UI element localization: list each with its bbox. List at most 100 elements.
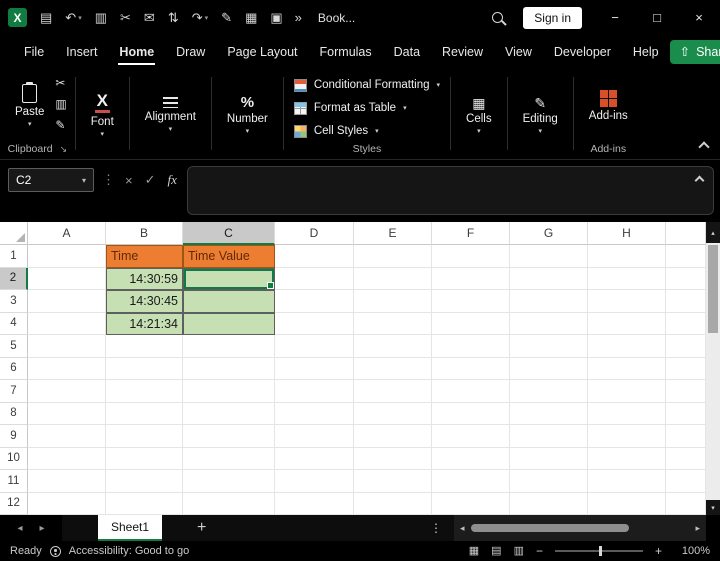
- cell-H9[interactable]: [588, 425, 666, 448]
- close-button[interactable]: ×: [678, 0, 720, 35]
- row-header-11[interactable]: 11: [0, 470, 28, 493]
- cell-D11[interactable]: [275, 470, 354, 493]
- cell-partial-row-2[interactable]: [666, 267, 706, 290]
- cell-E11[interactable]: [354, 470, 432, 493]
- font-button[interactable]: X Font ▾: [82, 71, 123, 159]
- column-header-D[interactable]: D: [275, 222, 354, 245]
- draw-button[interactable]: ✎: [221, 10, 232, 26]
- cell-C10[interactable]: [183, 447, 275, 470]
- cell-A1[interactable]: [28, 245, 106, 268]
- cell-C6[interactable]: [183, 357, 275, 380]
- save-button[interactable]: ▤: [40, 10, 52, 26]
- cell-D2[interactable]: [275, 267, 354, 290]
- cell-H12[interactable]: [588, 492, 666, 515]
- zoom-in-button[interactable]: +: [655, 544, 662, 558]
- cell-D8[interactable]: [275, 402, 354, 425]
- cell-H4[interactable]: [588, 312, 666, 335]
- cell-C2[interactable]: [183, 267, 275, 290]
- row-header-12[interactable]: 12: [0, 492, 28, 515]
- cell-C5[interactable]: [183, 335, 275, 358]
- column-header-G[interactable]: G: [510, 222, 588, 245]
- cell-C8[interactable]: [183, 402, 275, 425]
- zoom-slider[interactable]: [554, 546, 643, 556]
- cell-E2[interactable]: [354, 267, 432, 290]
- cell-A3[interactable]: [28, 290, 106, 313]
- tab-data[interactable]: Data: [383, 35, 431, 68]
- cell-E4[interactable]: [354, 312, 432, 335]
- cell-styles-button[interactable]: Cell Styles ▾: [293, 121, 440, 141]
- new-sheet-button[interactable]: +: [197, 520, 206, 536]
- accessibility-status[interactable]: Accessibility: Good to go: [69, 545, 189, 557]
- zoom-level[interactable]: 100%: [674, 545, 710, 557]
- clipboard-button[interactable]: ▥: [95, 10, 107, 26]
- tab-insert[interactable]: Insert: [55, 35, 108, 68]
- column-header-A[interactable]: A: [28, 222, 106, 245]
- print-button[interactable]: ▦: [245, 10, 257, 26]
- cell-D5[interactable]: [275, 335, 354, 358]
- copy-button[interactable]: ▥: [55, 98, 66, 110]
- cell-B7[interactable]: [106, 380, 183, 403]
- zoom-slider-thumb[interactable]: [598, 546, 602, 556]
- row-header-10[interactable]: 10: [0, 447, 28, 470]
- cell-B11[interactable]: [106, 470, 183, 493]
- cells-button[interactable]: ▦ Cells ▾: [457, 71, 501, 159]
- cell-G12[interactable]: [510, 492, 588, 515]
- cell-C7[interactable]: [183, 380, 275, 403]
- chevron-down-icon[interactable]: ▾: [82, 176, 86, 185]
- cell-A2[interactable]: [28, 267, 106, 290]
- sheet-bar-more-button[interactable]: ⋮: [430, 521, 442, 535]
- cell-D7[interactable]: [275, 380, 354, 403]
- cell-F11[interactable]: [432, 470, 510, 493]
- cell-partial-row-7[interactable]: [666, 380, 706, 403]
- collapse-formula-bar-icon[interactable]: [694, 175, 705, 186]
- cell-partial-row-3[interactable]: [666, 290, 706, 313]
- normal-view-button[interactable]: ▦: [469, 545, 479, 557]
- cell-A6[interactable]: [28, 357, 106, 380]
- cell-G3[interactable]: [510, 290, 588, 313]
- scroll-down-button[interactable]: ▾: [706, 500, 720, 515]
- cell-E10[interactable]: [354, 447, 432, 470]
- mail-button[interactable]: ✉: [144, 10, 155, 26]
- cell-C12[interactable]: [183, 492, 275, 515]
- cell-E9[interactable]: [354, 425, 432, 448]
- cell-partial-row-1[interactable]: [666, 245, 706, 268]
- sign-in-button[interactable]: Sign in: [523, 6, 582, 29]
- cell-C1[interactable]: Time Value: [183, 245, 275, 268]
- column-header-B[interactable]: B: [106, 222, 183, 245]
- cell-C3[interactable]: [183, 290, 275, 313]
- scroll-up-button[interactable]: ▴: [706, 222, 720, 243]
- cell-H7[interactable]: [588, 380, 666, 403]
- cell-E8[interactable]: [354, 402, 432, 425]
- row-header-1[interactable]: 1: [0, 245, 28, 268]
- sheet-tab-sheet1[interactable]: Sheet1: [98, 515, 163, 541]
- cell-H11[interactable]: [588, 470, 666, 493]
- share-button[interactable]: ⇧ Share ▾: [669, 39, 720, 64]
- accessibility-icon[interactable]: [49, 545, 61, 557]
- cell-D9[interactable]: [275, 425, 354, 448]
- column-header-C[interactable]: C: [183, 222, 275, 245]
- tab-help[interactable]: Help: [622, 35, 670, 68]
- camera-button[interactable]: ▣: [270, 10, 282, 26]
- cell-A11[interactable]: [28, 470, 106, 493]
- cell-D6[interactable]: [275, 357, 354, 380]
- cell-G7[interactable]: [510, 380, 588, 403]
- cell-B6[interactable]: [106, 357, 183, 380]
- cell-G4[interactable]: [510, 312, 588, 335]
- cell-F6[interactable]: [432, 357, 510, 380]
- formula-input[interactable]: [186, 166, 714, 215]
- cell-B4[interactable]: 14:21:34: [106, 312, 183, 335]
- row-header-6[interactable]: 6: [0, 357, 28, 380]
- cut-button-qat[interactable]: ✂: [120, 10, 131, 26]
- cell-partial-row-9[interactable]: [666, 425, 706, 448]
- cell-G10[interactable]: [510, 447, 588, 470]
- format-painter-button[interactable]: ✎: [55, 119, 66, 131]
- alignment-button[interactable]: Alignment ▾: [136, 71, 205, 159]
- cell-H5[interactable]: [588, 335, 666, 358]
- cell-E12[interactable]: [354, 492, 432, 515]
- cell-H3[interactable]: [588, 290, 666, 313]
- tab-home[interactable]: Home: [108, 35, 165, 68]
- row-header-2[interactable]: 2: [0, 267, 28, 290]
- enter-icon[interactable]: ✓: [145, 172, 156, 188]
- cell-B2[interactable]: 14:30:59: [106, 267, 183, 290]
- tab-page-layout[interactable]: Page Layout: [216, 35, 308, 68]
